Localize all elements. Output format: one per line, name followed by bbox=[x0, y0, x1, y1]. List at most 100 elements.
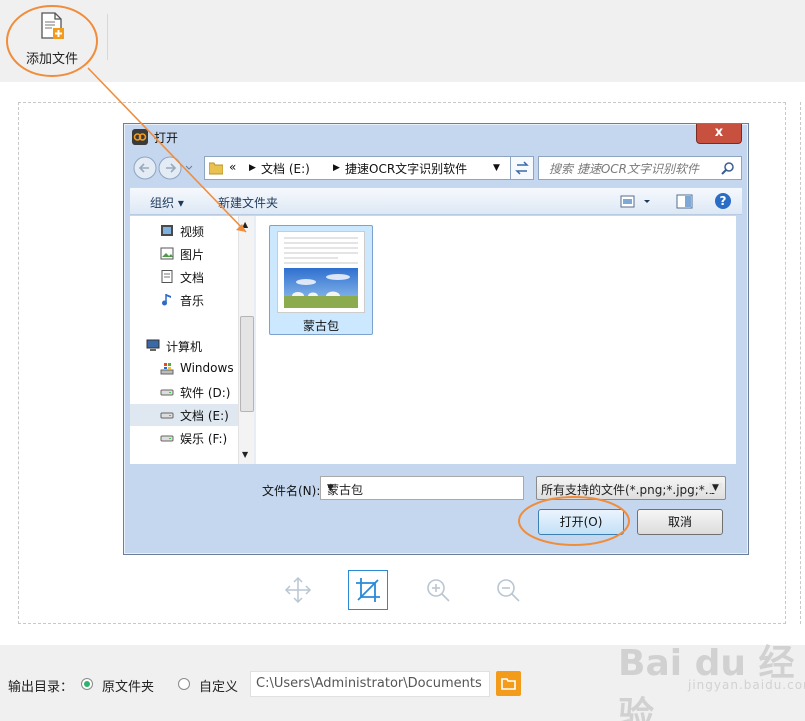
nav-item-drive-e[interactable]: 文档 (E:) bbox=[130, 404, 238, 426]
zoom-out-icon bbox=[497, 579, 520, 602]
music-icon bbox=[162, 294, 171, 306]
preview-pane-icon[interactable] bbox=[676, 194, 694, 210]
chevron-down-icon[interactable]: ▼ bbox=[709, 483, 722, 493]
drive-icon bbox=[160, 435, 174, 442]
scrollbar-thumb[interactable] bbox=[240, 316, 254, 412]
nav-item-label: 软件 (D:) bbox=[180, 386, 231, 400]
folder-icon bbox=[209, 162, 223, 175]
navigation-scrollbar[interactable]: ▲ ▼ bbox=[238, 216, 254, 464]
chevron-down-icon[interactable]: ▼ bbox=[327, 483, 519, 493]
image-tools bbox=[0, 570, 805, 610]
dialog-title: 打开 bbox=[154, 131, 179, 145]
nav-item-pictures[interactable]: 图片 bbox=[130, 243, 238, 265]
nav-item-label: 娱乐 (F:) bbox=[180, 432, 228, 446]
navigation-bar: « ▶ 文档 (E:) ▶ 捷速OCR文字识别软件 ▼ 搜索 捷速OCR文字识别… bbox=[132, 154, 742, 182]
nav-item-label: 文档 (E:) bbox=[180, 409, 229, 423]
filename-input[interactable]: 蒙古包 ▼ bbox=[320, 476, 524, 500]
option-custom-label[interactable]: 自定义 bbox=[199, 676, 238, 695]
toolbar-divider bbox=[107, 14, 108, 60]
add-file-button[interactable]: 添加文件 bbox=[12, 8, 92, 72]
dialog-titlebar[interactable]: 打开 x bbox=[124, 124, 748, 150]
folder-icon bbox=[501, 678, 516, 690]
nav-item-drive-f[interactable]: 娱乐 (F:) bbox=[130, 427, 238, 449]
file-item[interactable]: 蒙古包 bbox=[269, 225, 373, 335]
nav-item-music[interactable]: 音乐 bbox=[130, 289, 238, 311]
radio-original-folder[interactable] bbox=[81, 678, 93, 690]
search-input[interactable]: 搜索 捷速OCR文字识别软件 bbox=[538, 156, 742, 180]
nav-item-label: 文档 bbox=[180, 271, 205, 285]
back-forward-icon[interactable] bbox=[132, 154, 194, 182]
zoom-in-icon bbox=[427, 579, 450, 602]
nav-item-documents[interactable]: 文档 bbox=[130, 266, 238, 288]
top-toolbar: 添加文件 bbox=[0, 0, 805, 82]
output-directory-label: 输出目录： bbox=[8, 680, 74, 695]
search-placeholder: 搜索 捷速OCR文字识别软件 bbox=[549, 162, 699, 176]
navigation-pane: 视频 图片 文档 音乐 计算机 Windows 软件 (D:) 文档 (E:) … bbox=[130, 216, 238, 464]
file-type-select[interactable]: 所有支持的文件(*.png;*.jpg;*.b ▼ bbox=[536, 476, 726, 500]
address-folder[interactable]: 捷速OCR文字识别软件 bbox=[345, 160, 467, 177]
scroll-up-icon[interactable]: ▲ bbox=[242, 220, 248, 229]
svg-text:?: ? bbox=[720, 194, 727, 208]
nav-item-drive-d[interactable]: 软件 (D:) bbox=[130, 381, 238, 403]
document-preview-image bbox=[284, 237, 358, 308]
crop-tool-button[interactable] bbox=[348, 570, 388, 610]
dialog-close-button[interactable]: x bbox=[696, 124, 742, 144]
drive-icon bbox=[160, 412, 174, 419]
cancel-button[interactable]: 取消 bbox=[637, 509, 723, 535]
refresh-icon[interactable] bbox=[510, 156, 534, 180]
filename-row: 文件名(N): 蒙古包 ▼ 所有支持的文件(*.png;*.jpg;*.b ▼ bbox=[124, 474, 750, 504]
organize-menu[interactable]: 组织 ▾ bbox=[150, 194, 184, 211]
watermark-url: jingyan.baidu.com bbox=[688, 678, 805, 692]
drive-icon bbox=[160, 389, 174, 396]
right-panel-edge bbox=[800, 102, 805, 624]
browse-folder-button[interactable] bbox=[496, 671, 521, 696]
picture-icon bbox=[160, 247, 174, 260]
new-folder-button[interactable]: 新建文件夹 bbox=[218, 194, 278, 211]
address-prefix: « bbox=[229, 160, 237, 174]
crop-icon bbox=[356, 578, 380, 602]
search-icon bbox=[721, 162, 734, 175]
windows-drive-icon bbox=[160, 363, 174, 375]
nav-item-computer[interactable]: 计算机 bbox=[130, 335, 238, 357]
file-name: 蒙古包 bbox=[302, 319, 339, 333]
view-options-icon[interactable] bbox=[620, 194, 654, 210]
video-icon bbox=[161, 225, 173, 236]
nav-item-windows[interactable]: Windows bbox=[130, 358, 238, 380]
app-icon bbox=[132, 129, 148, 145]
filename-label: 文件名(N): bbox=[262, 484, 321, 498]
scroll-down-icon[interactable]: ▼ bbox=[242, 450, 248, 459]
output-path-input[interactable]: C:\Users\Administrator\Documents bbox=[250, 671, 490, 697]
command-bar: 组织 ▾ 新建文件夹 ? bbox=[130, 187, 742, 215]
option-original-label[interactable]: 原文件夹 bbox=[102, 676, 154, 695]
add-file-icon bbox=[41, 12, 64, 39]
file-list-scroll-edge bbox=[736, 216, 742, 464]
file-type-value: 所有支持的文件(*.png;*.jpg;*.b bbox=[541, 483, 717, 497]
file-thumbnail bbox=[277, 231, 365, 313]
close-icon: x bbox=[714, 125, 724, 140]
help-icon[interactable]: ? bbox=[714, 192, 732, 210]
open-button[interactable]: 打开(O) bbox=[538, 509, 624, 535]
chevron-right-icon: ▶ bbox=[333, 163, 340, 173]
watermark: Bai du 经验 jingyan.baidu.com bbox=[618, 632, 805, 721]
nav-item-label: Windows bbox=[180, 361, 234, 375]
zoom-out-button[interactable] bbox=[488, 570, 528, 610]
chevron-down-icon[interactable]: ▼ bbox=[493, 163, 500, 173]
nav-item-videos[interactable]: 视频 bbox=[130, 220, 238, 242]
browser-panes: 视频 图片 文档 音乐 计算机 Windows 软件 (D:) 文档 (E:) … bbox=[130, 216, 742, 464]
nav-item-label: 视频 bbox=[180, 225, 205, 239]
move-tool-button[interactable] bbox=[278, 570, 318, 610]
nav-item-label: 图片 bbox=[180, 248, 205, 262]
open-file-dialog: 打开 x « ▶ 文档 (E:) ▶ 捷速OCR文字识别软件 ▼ 搜索 捷速OC… bbox=[123, 123, 749, 555]
computer-icon bbox=[146, 339, 160, 351]
nav-item-label: 音乐 bbox=[180, 294, 205, 308]
output-path-value: C:\Users\Administrator\Documents bbox=[256, 676, 482, 691]
radio-custom[interactable] bbox=[178, 678, 190, 690]
address-bar[interactable]: « ▶ 文档 (E:) ▶ 捷速OCR文字识别软件 ▼ bbox=[204, 156, 528, 180]
address-drive[interactable]: 文档 (E:) bbox=[261, 160, 310, 177]
move-icon bbox=[284, 576, 312, 604]
document-icon bbox=[161, 270, 173, 283]
zoom-in-button[interactable] bbox=[418, 570, 458, 610]
file-list: 蒙古包 bbox=[256, 216, 742, 464]
add-file-label: 添加文件 bbox=[25, 52, 78, 67]
nav-item-label: 计算机 bbox=[166, 340, 203, 354]
